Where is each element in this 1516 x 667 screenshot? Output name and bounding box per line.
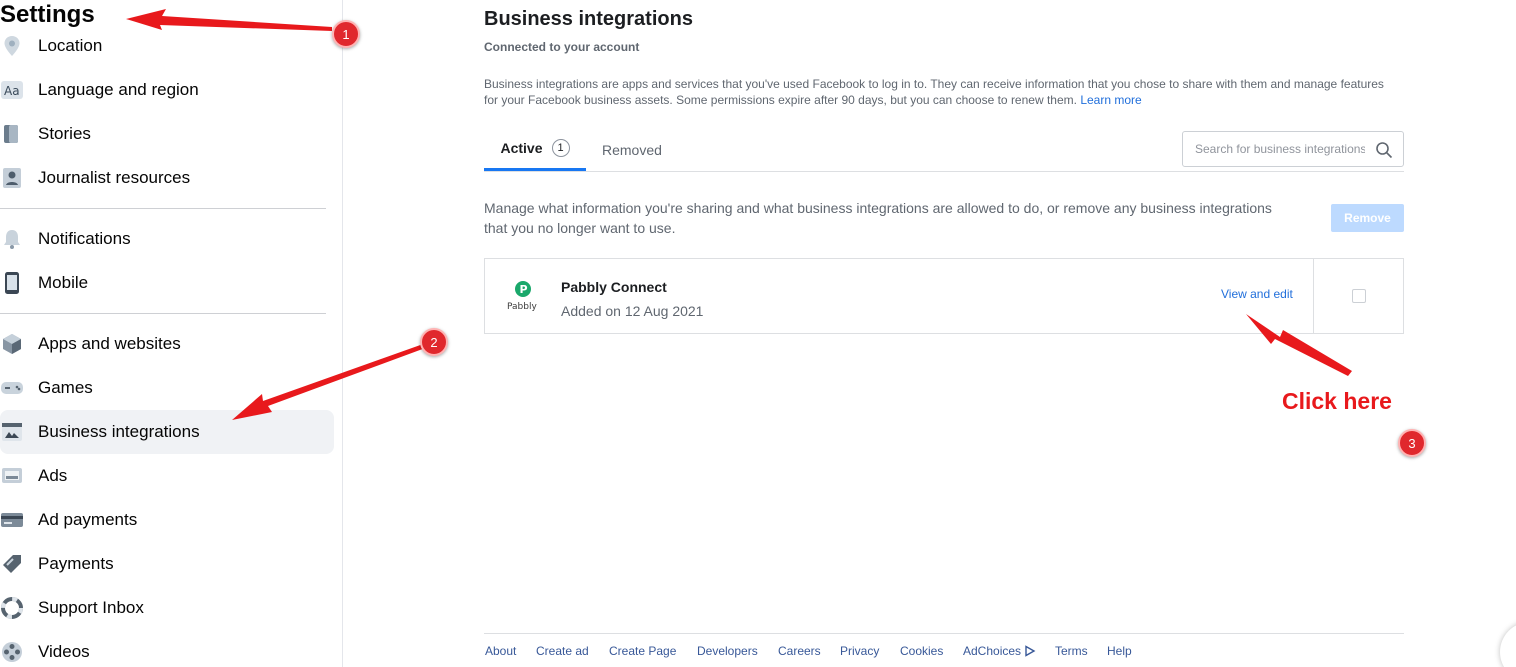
payments-tag-icon (0, 552, 24, 576)
sidebar-item-label: Business integrations (38, 422, 200, 441)
lifebuoy-icon (0, 596, 24, 620)
settings-sidebar: Settings Location Aa Language and region… (0, 0, 343, 667)
page-description: Business integrations are apps and servi… (484, 76, 1384, 108)
credit-card-icon (0, 508, 24, 532)
footer-link-adchoices[interactable]: AdChoices (963, 644, 1036, 658)
page-title: Business integrations (484, 8, 693, 30)
cube-icon (0, 332, 24, 356)
tab-active-count-badge: 1 (551, 139, 570, 157)
sidebar-item-journalist-resources[interactable]: Journalist resources (0, 156, 334, 200)
language-aa-icon: Aa (0, 78, 24, 102)
description-text: Business integrations are apps and servi… (484, 77, 1384, 107)
footer-link-developers[interactable]: Developers (697, 644, 758, 658)
integration-added-date: Added on 12 Aug 2021 (561, 303, 704, 319)
footer-link-help[interactable]: Help (1107, 644, 1132, 658)
integration-select-checkbox[interactable] (1352, 289, 1366, 303)
gamepad-icon (0, 376, 24, 400)
tab-active-label: Active (500, 140, 543, 156)
sidebar-item-language-and-region[interactable]: Aa Language and region (0, 68, 334, 112)
sidebar-item-label: Mobile (38, 273, 89, 292)
learn-more-link[interactable]: Learn more (1080, 93, 1141, 107)
pabbly-logo: P Pabbly (503, 279, 543, 315)
annotation-badge-1: 1 (332, 20, 360, 48)
adchoices-icon (1025, 645, 1036, 657)
sidebar-item-label: Ad payments (38, 510, 138, 529)
sidebar-item-support-inbox[interactable]: Support Inbox (0, 586, 334, 630)
page-subtitle: Connected to your account (484, 40, 640, 54)
sidebar-item-stories[interactable]: Stories (0, 112, 334, 156)
bell-icon (0, 227, 24, 251)
tab-removed[interactable]: Removed (602, 128, 662, 171)
click-here-annotation: Click here (1282, 388, 1392, 414)
film-reel-icon (0, 640, 24, 664)
footer-link-create-page[interactable]: Create Page (609, 644, 676, 658)
footer-link-terms[interactable]: Terms (1055, 644, 1088, 658)
sidebar-item-label: Ads (38, 466, 68, 485)
view-and-edit-link[interactable]: View and edit (1221, 287, 1293, 301)
sidebar-item-ad-payments[interactable]: Ad payments (0, 498, 334, 542)
sidebar-item-label: Language and region (38, 80, 199, 99)
footer: About Create ad Create Page Developers C… (484, 633, 1404, 667)
sidebar-item-notifications[interactable]: Notifications (0, 217, 334, 261)
corner-floating-button[interactable] (1500, 622, 1516, 667)
sidebar-item-label: Games (38, 378, 93, 397)
mobile-phone-icon (0, 271, 24, 295)
tab-active[interactable]: Active 1 (484, 128, 586, 171)
sidebar-divider (0, 208, 326, 209)
adchoices-label: AdChoices (963, 644, 1022, 658)
svg-text:Aa: Aa (4, 84, 20, 98)
sidebar-item-games[interactable]: Games (0, 366, 334, 410)
footer-link-careers[interactable]: Careers (778, 644, 821, 658)
integration-name: Pabbly Connect (561, 279, 667, 295)
footer-link-create-ad[interactable]: Create ad (536, 644, 589, 658)
search-input[interactable] (1195, 142, 1365, 156)
sidebar-item-label: Videos (38, 642, 90, 661)
svg-text:P: P (520, 283, 528, 296)
annotation-badge-3: 3 (1398, 429, 1426, 457)
search-icon[interactable] (1375, 141, 1393, 159)
sidebar-item-label: Journalist resources (38, 168, 191, 187)
sidebar-item-label: Notifications (38, 229, 131, 248)
footer-link-cookies[interactable]: Cookies (900, 644, 943, 658)
manage-description: Manage what information you're sharing a… (484, 200, 1272, 236)
ads-monitor-icon (0, 464, 24, 488)
footer-link-privacy[interactable]: Privacy (840, 644, 879, 658)
sidebar-item-videos[interactable]: Videos (0, 630, 334, 667)
search-box[interactable] (1182, 131, 1404, 167)
sidebar-item-location[interactable]: Location (0, 24, 334, 68)
sidebar-item-label: Location (38, 36, 103, 55)
journalist-id-icon (0, 166, 24, 190)
sidebar-item-apps-and-websites[interactable]: Apps and websites (0, 322, 334, 366)
sidebar-item-ads[interactable]: Ads (0, 454, 334, 498)
pabbly-logo-text: Pabbly (507, 302, 537, 312)
sidebar-item-business-integrations[interactable]: Business integrations (0, 410, 334, 454)
integration-row: P Pabbly Pabbly Connect Added on 12 Aug … (484, 258, 1404, 334)
footer-link-about[interactable]: About (485, 644, 516, 658)
sidebar-item-label: Stories (38, 124, 91, 143)
sidebar-item-label: Support Inbox (38, 598, 144, 617)
sidebar-item-label: Payments (38, 554, 114, 573)
sidebar-item-label: Apps and websites (38, 334, 181, 353)
row-divider (1313, 259, 1314, 333)
stories-book-icon (0, 122, 24, 146)
tabs-bar: Active 1 Removed (484, 128, 1404, 172)
annotation-badge-2: 2 (420, 328, 448, 356)
sidebar-item-mobile[interactable]: Mobile (0, 261, 334, 305)
business-integrations-icon (0, 420, 24, 444)
location-pin-icon (0, 34, 24, 58)
remove-button[interactable]: Remove (1331, 204, 1404, 232)
sidebar-divider (0, 313, 326, 314)
sidebar-item-payments[interactable]: Payments (0, 542, 334, 586)
